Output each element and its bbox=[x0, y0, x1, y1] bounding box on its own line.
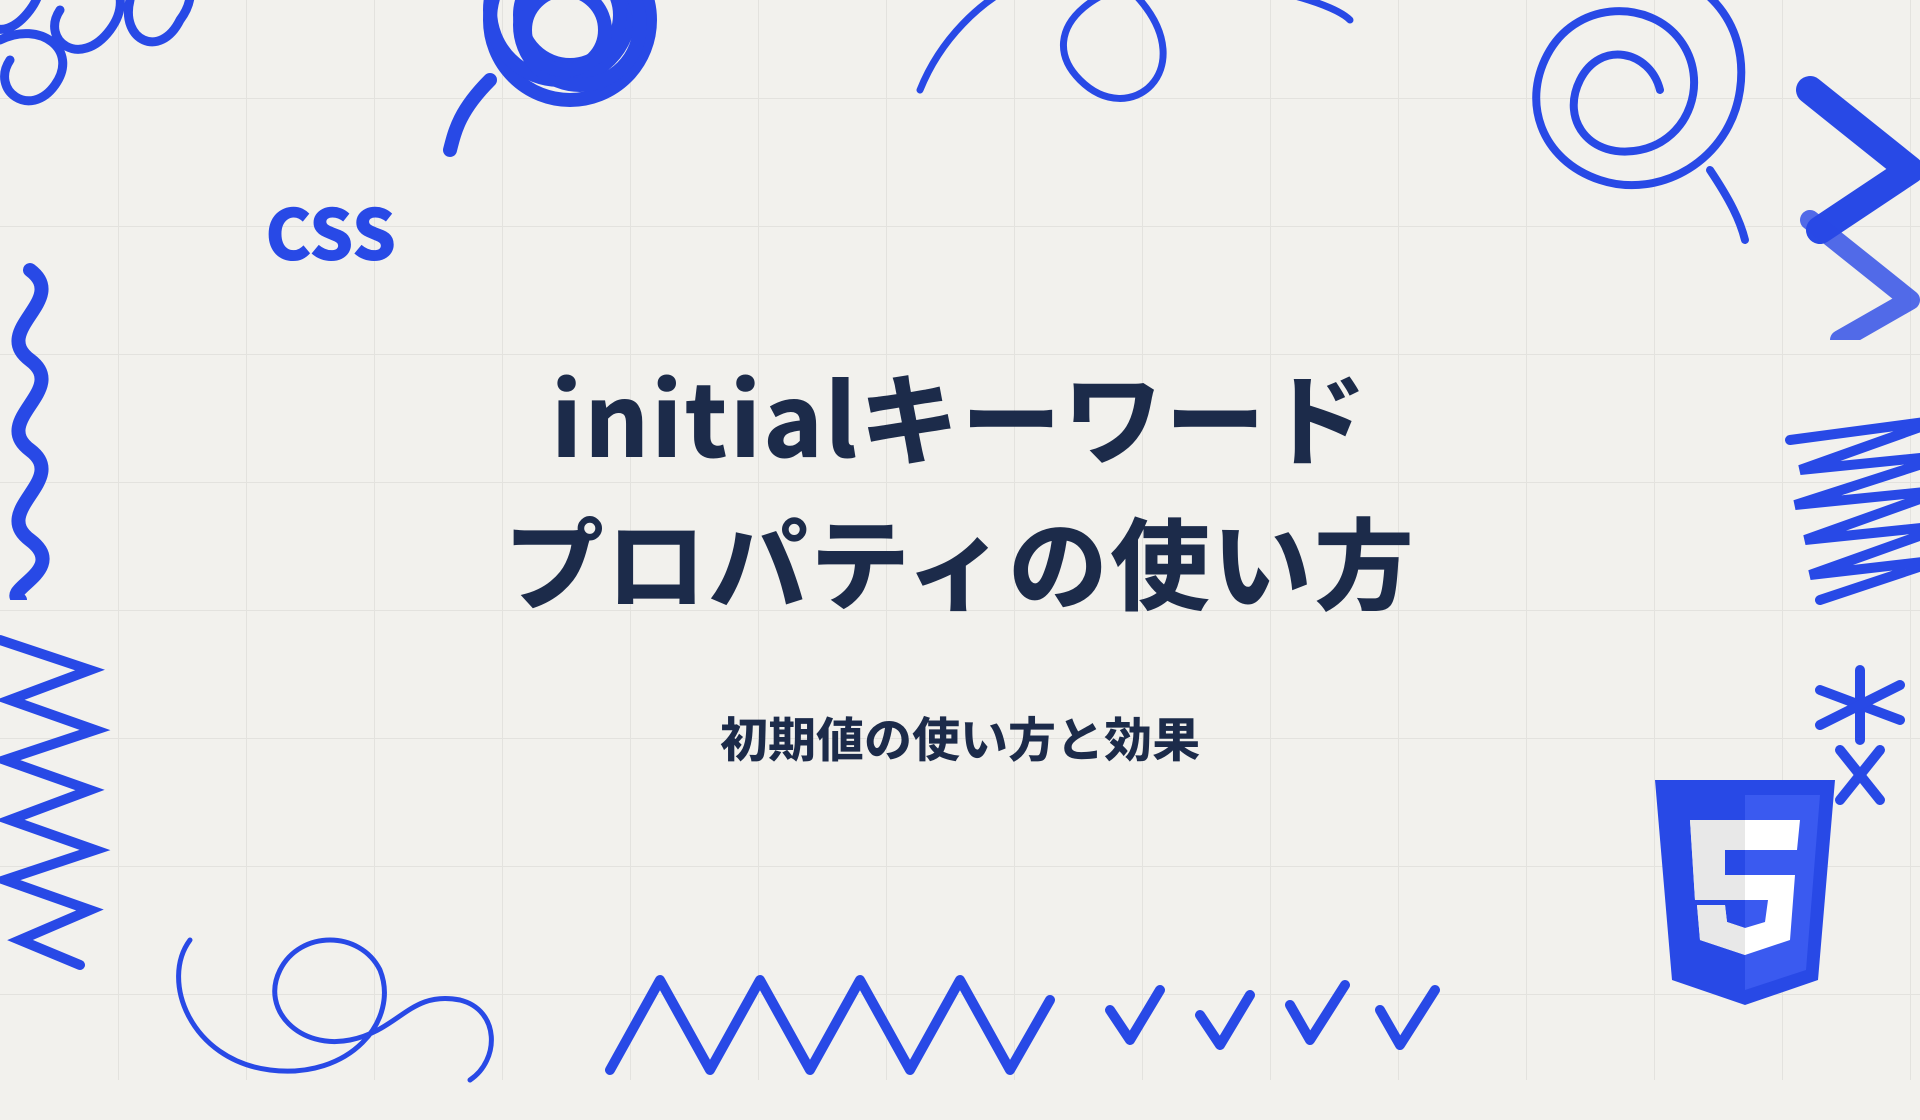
category-label: CSS bbox=[265, 180, 396, 281]
doodle-bottom-zigzag bbox=[600, 950, 1060, 1100]
subtitle: 初期値の使い方と効果 bbox=[720, 701, 1200, 771]
css3-logo-icon bbox=[1640, 780, 1850, 1020]
title-line-1: initialキーワード bbox=[551, 341, 1369, 486]
main-title: initialキーワード プロパティの使い方 bbox=[504, 341, 1416, 631]
doodle-bottomleft-spiral bbox=[150, 920, 510, 1120]
doodle-checkmarks bbox=[1100, 960, 1480, 1080]
title-line-2: プロパティの使い方 bbox=[504, 486, 1416, 631]
